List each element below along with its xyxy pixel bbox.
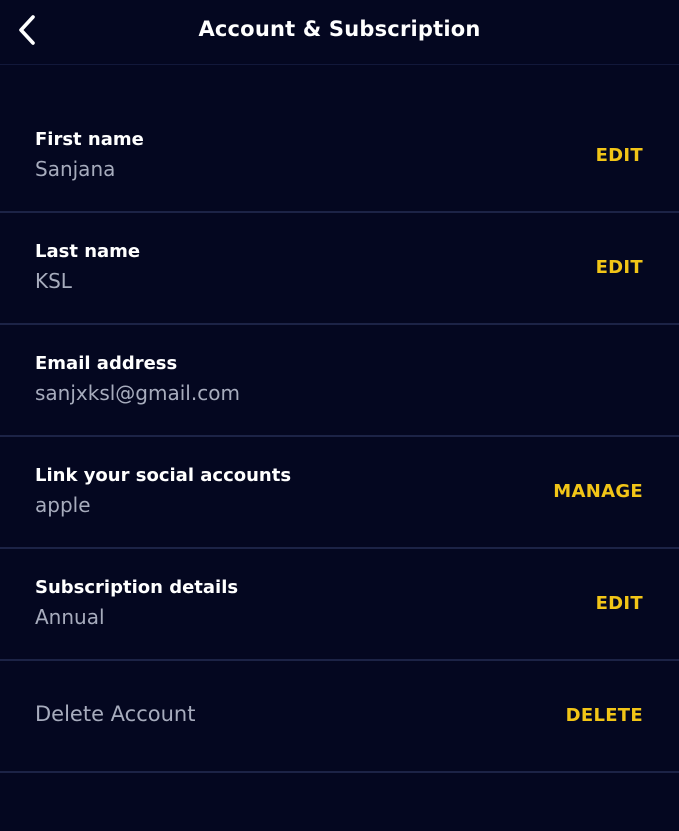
delete-account-row: Delete Account DELETE — [0, 661, 679, 773]
subscription-value: Annual — [35, 605, 105, 629]
edit-last-name-button[interactable]: EDIT — [596, 257, 643, 278]
subscription-label: Subscription details — [35, 577, 239, 598]
edit-subscription-button[interactable]: EDIT — [596, 593, 643, 614]
last-name-label: Last name — [35, 241, 141, 262]
subscription-row: Subscription details Annual EDIT — [0, 549, 679, 661]
delete-account-button[interactable]: DELETE — [566, 705, 643, 726]
account-subscription-screen: Account & Subscription First name Sanjan… — [0, 0, 679, 831]
last-name-value: KSL — [35, 269, 72, 293]
first-name-label: First name — [35, 129, 144, 150]
social-accounts-label: Link your social accounts — [35, 465, 292, 486]
email-row: Email address sanjxksl@gmail.com — [0, 325, 679, 437]
last-name-row: Last name KSL EDIT — [0, 213, 679, 325]
email-value: sanjxksl@gmail.com — [35, 381, 240, 405]
social-accounts-row: Link your social accounts apple MANAGE — [0, 437, 679, 549]
email-label: Email address — [35, 353, 178, 374]
delete-account-label: Delete Account — [35, 702, 196, 726]
social-accounts-value: apple — [35, 493, 91, 517]
edit-first-name-button[interactable]: EDIT — [596, 145, 643, 166]
page-title: Account & Subscription — [198, 17, 481, 41]
first-name-value: Sanjana — [35, 157, 116, 181]
manage-social-accounts-button[interactable]: MANAGE — [553, 481, 643, 502]
first-name-row: First name Sanjana EDIT — [0, 101, 679, 213]
header-bar: Account & Subscription — [0, 0, 679, 65]
